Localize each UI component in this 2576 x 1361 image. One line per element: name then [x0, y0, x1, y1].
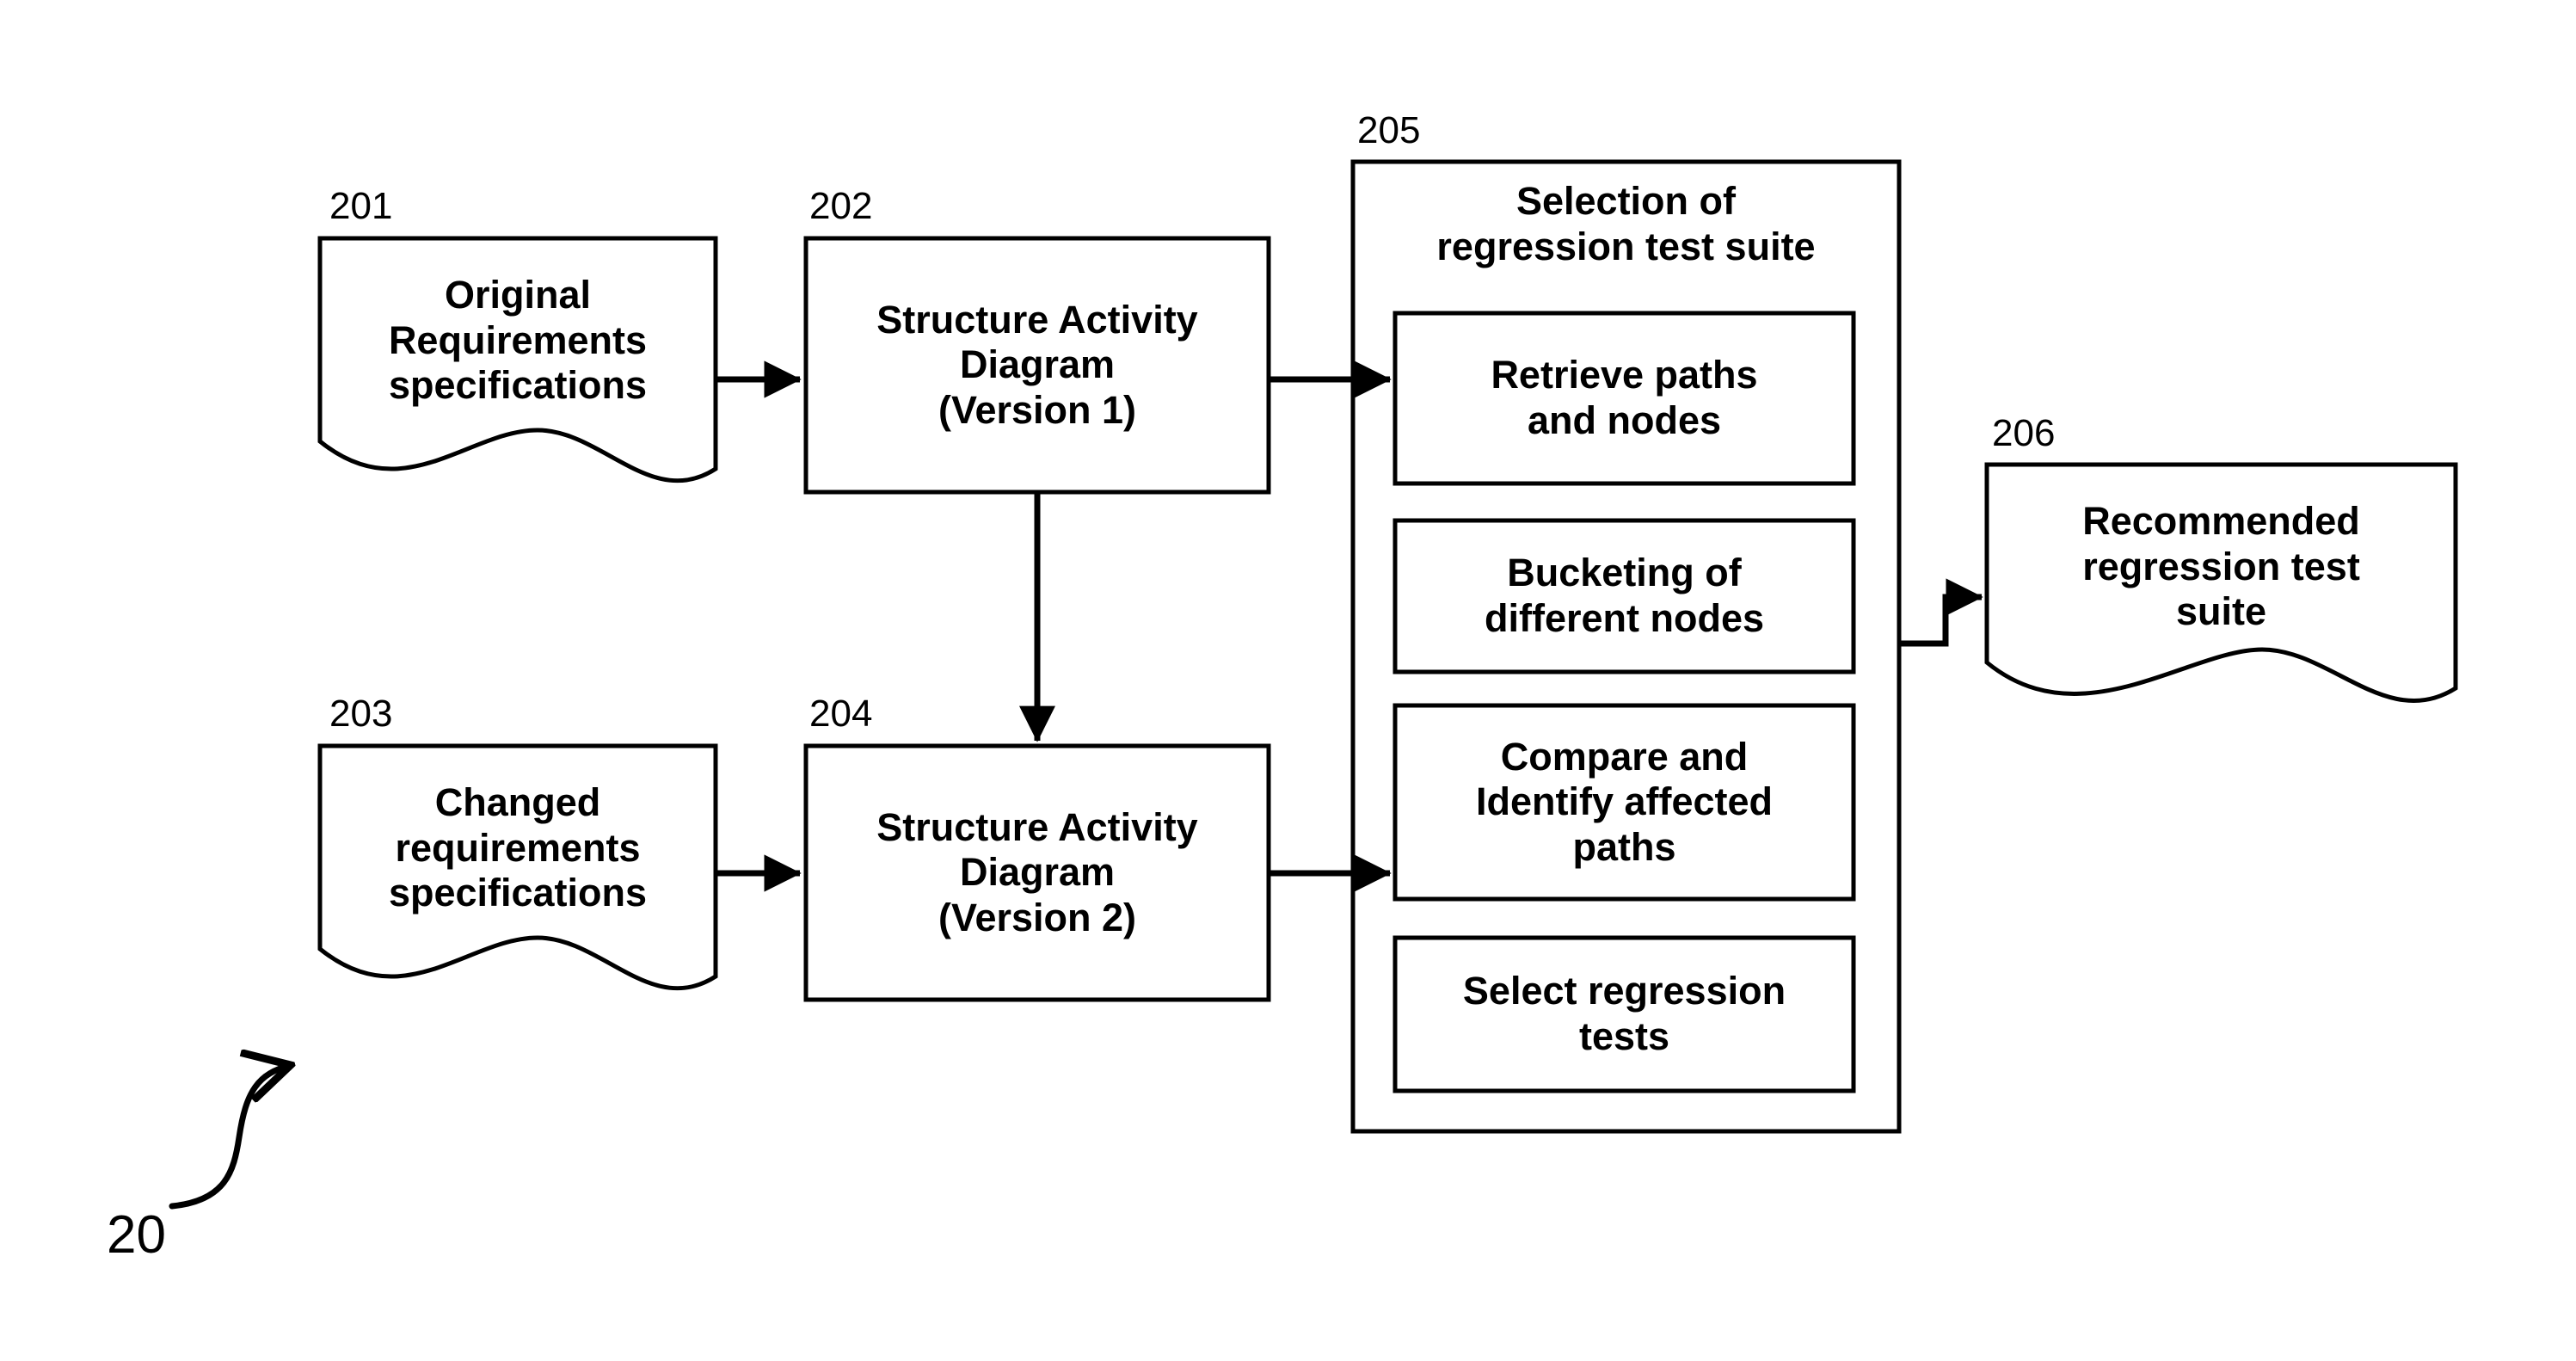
ref-number-205: 205	[1357, 109, 1421, 151]
node-203-label: Changed requirements specifications	[388, 780, 648, 915]
figure-canvas: 201 202 203 204 205 206 20 Original Requ…	[0, 0, 2576, 1361]
connector-205-to-206	[1899, 578, 1983, 647]
ref-number-201: 201	[329, 185, 393, 227]
figure-number-label: 20	[107, 1205, 166, 1265]
node-202-label: Structure Activity Diagram (Version 1)	[876, 297, 1198, 432]
ref-number-206: 206	[1992, 412, 2056, 454]
ref-number-203: 203	[329, 693, 393, 735]
group-205-step-1-label: Retrieve paths and nodes	[1491, 353, 1758, 442]
group-205-step-4-label: Select regression tests	[1462, 969, 1786, 1058]
group-205-step-3-label: Compare and Identify affected paths	[1475, 734, 1774, 869]
group-205-step-2-label: Bucketing of different nodes	[1484, 551, 1765, 640]
node-204-label: Structure Activity Diagram (Version 2)	[876, 804, 1198, 939]
ref-number-204: 204	[809, 693, 873, 735]
node-201-label: Original Requirements specifications	[388, 273, 648, 408]
ref-number-202: 202	[809, 185, 873, 227]
figure-leader-arrow	[169, 1065, 291, 1210]
group-205-title: Selection of regression test suite	[1436, 179, 1816, 268]
node-206-label: Recommended regression test suite	[2082, 499, 2360, 634]
